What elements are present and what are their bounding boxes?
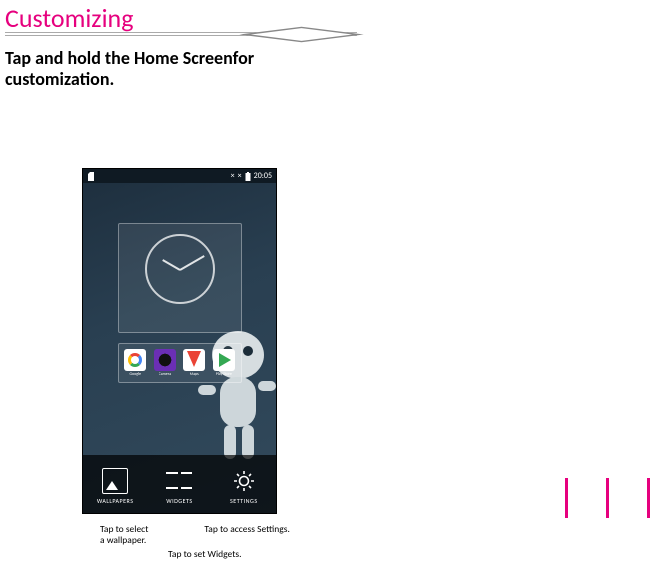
google-icon	[124, 349, 146, 371]
app-maps[interactable]: Maps	[180, 349, 208, 377]
app-folder[interactable]: Google Camera Maps Play Store	[118, 343, 242, 383]
sdcard-icon	[87, 172, 95, 181]
signal-none-icon: ×	[231, 171, 235, 181]
widgets-button[interactable]: WIDGETS	[151, 468, 207, 505]
maps-icon	[183, 349, 205, 371]
widgets-icon	[166, 468, 192, 494]
instruction-text: Tap and hold the Home Screenfor customiz…	[5, 48, 345, 89]
app-label: Google	[129, 372, 141, 377]
battery-icon	[245, 172, 251, 181]
wallpapers-label: WALLPAPERS	[97, 497, 134, 505]
captions: Tap to select a wallpaper. Tap to access…	[100, 524, 290, 560]
title-rule	[5, 32, 357, 40]
signal-none-icon-2: ×	[238, 171, 242, 181]
caption-wallpaper: Tap to select a wallpaper.	[100, 524, 148, 547]
caption-settings: Tap to access Settings.	[204, 524, 289, 547]
widgets-label: WIDGETS	[166, 497, 192, 505]
phone-screenshot: × × 20:05 Google	[82, 168, 277, 514]
app-label: Maps	[190, 372, 199, 377]
page-edge-marks	[565, 478, 650, 518]
app-google[interactable]: Google	[121, 349, 149, 377]
settings-icon	[231, 468, 257, 494]
camera-icon	[154, 349, 176, 371]
settings-label: SETTINGS	[230, 497, 258, 505]
app-play-store[interactable]: Play Store	[210, 349, 238, 377]
clock-widget[interactable]	[118, 223, 242, 333]
page-title: Customizing	[5, 2, 133, 34]
wallpapers-button[interactable]: WALLPAPERS	[87, 468, 143, 505]
app-label: Camera	[159, 372, 171, 377]
app-label: Play Store	[216, 372, 232, 377]
app-camera[interactable]: Camera	[151, 349, 179, 377]
caption-widgets: Tap to set Widgets.	[168, 549, 290, 560]
wallpaper-robot	[176, 315, 286, 475]
play-store-icon	[213, 349, 235, 371]
status-bar: × × 20:05	[83, 169, 276, 183]
customize-bar: WALLPAPERS WIDGETS SETTINGS	[83, 455, 276, 513]
clock-face-icon	[145, 234, 215, 304]
settings-button[interactable]: SETTINGS	[216, 468, 272, 505]
status-time: 20:05	[254, 171, 272, 181]
wallpapers-icon	[102, 468, 128, 494]
